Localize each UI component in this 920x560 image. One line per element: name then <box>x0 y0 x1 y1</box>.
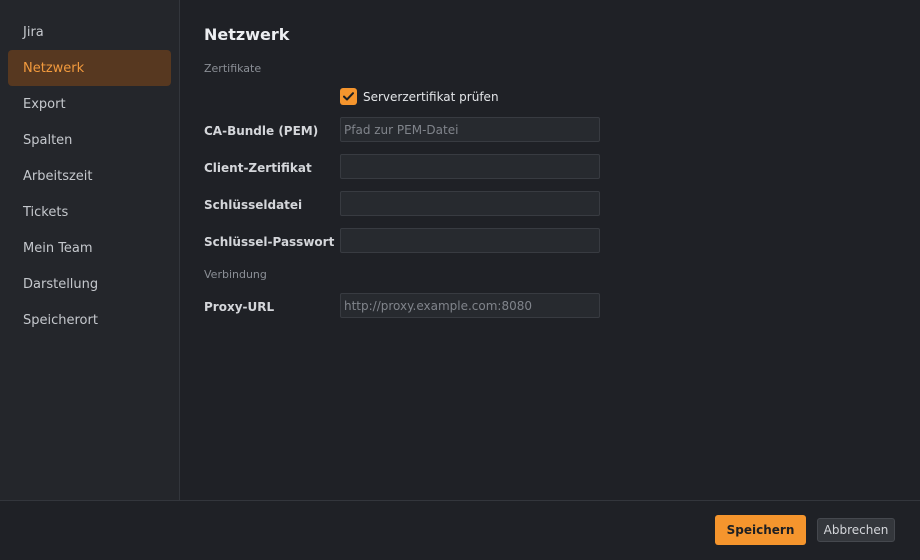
sidebar-item-export[interactable]: Export <box>8 86 171 122</box>
settings-sidebar: Jira Netzwerk Export Spalten Arbeitszeit… <box>0 0 180 500</box>
sidebar-item-spalten[interactable]: Spalten <box>8 122 171 158</box>
checkmark-icon <box>343 92 354 101</box>
sidebar-item-darstellung[interactable]: Darstellung <box>8 266 171 302</box>
proxy-url-input[interactable] <box>340 293 600 318</box>
key-file-label: Schlüsseldatei <box>204 198 303 212</box>
proxy-url-label: Proxy-URL <box>204 300 275 314</box>
verify-certificate-label: Serverzertifikat prüfen <box>363 89 499 104</box>
checkbox-checked-icon[interactable] <box>340 88 357 105</box>
sidebar-item-tickets[interactable]: Tickets <box>8 194 171 230</box>
dialog-footer: Speichern Abbrechen <box>0 500 920 560</box>
section-label-connection: Verbindung <box>204 268 267 281</box>
cancel-button[interactable]: Abbrechen <box>817 518 895 542</box>
key-password-input[interactable] <box>340 228 600 253</box>
ca-bundle-input[interactable] <box>340 117 600 142</box>
ca-bundle-label: CA-Bundle (PEM) <box>204 124 319 138</box>
sidebar-item-speicherort[interactable]: Speicherort <box>8 302 171 338</box>
key-password-label: Schlüssel-Passwort <box>204 235 335 249</box>
settings-content: Netzwerk Zertifikate Serverzertifikat pr… <box>180 0 920 500</box>
sidebar-item-arbeitszeit[interactable]: Arbeitszeit <box>8 158 171 194</box>
verify-certificate-checkbox[interactable]: Serverzertifikat prüfen <box>340 88 499 105</box>
save-button[interactable]: Speichern <box>715 515 806 545</box>
sidebar-item-jira[interactable]: Jira <box>8 14 171 50</box>
key-file-input[interactable] <box>340 191 600 216</box>
sidebar-item-netzwerk[interactable]: Netzwerk <box>8 50 171 86</box>
section-label-certificates: Zertifikate <box>204 62 262 75</box>
client-certificate-input[interactable] <box>340 154 600 179</box>
client-certificate-label: Client-Zertifikat <box>204 161 312 175</box>
sidebar-item-mein-team[interactable]: Mein Team <box>8 230 171 266</box>
page-title: Netzwerk <box>204 25 290 44</box>
